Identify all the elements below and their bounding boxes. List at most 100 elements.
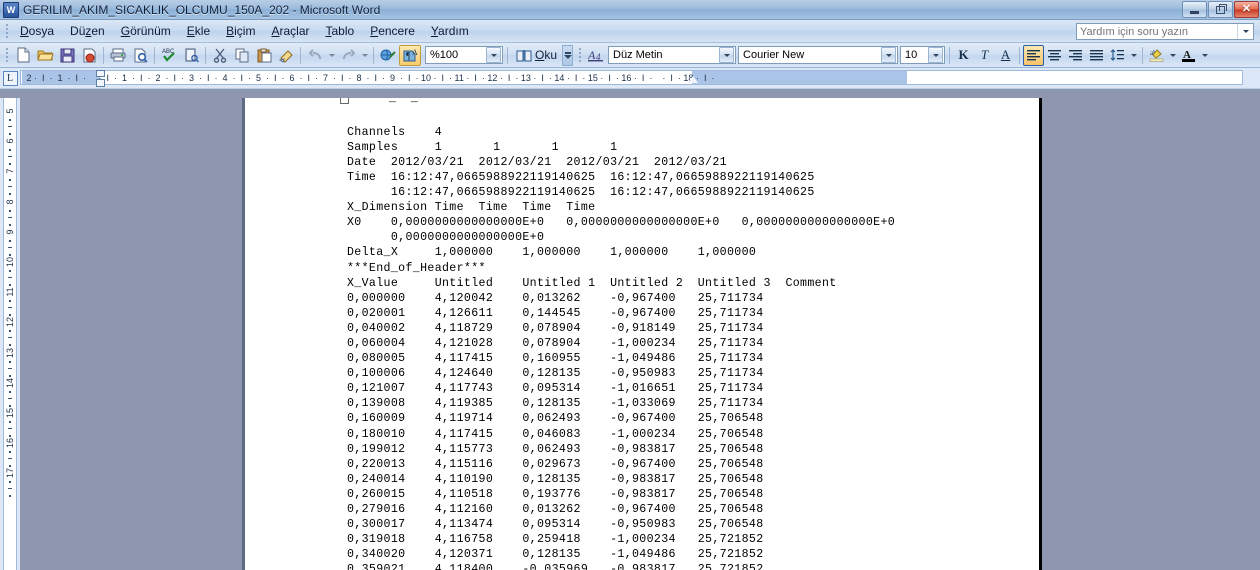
- align-right-button[interactable]: [1065, 45, 1086, 66]
- vertical-ruler-tick: [8, 156, 12, 158]
- menu-item-duzen[interactable]: Düzen: [62, 22, 113, 40]
- document-text[interactable]: Channels 4 Samples 1 1 1 1 Date 2012/03/…: [347, 110, 895, 570]
- align-center-button[interactable]: [1044, 45, 1065, 66]
- font-combo[interactable]: Courier New: [738, 46, 899, 64]
- align-justify-button[interactable]: [1086, 45, 1107, 66]
- word-application-window: W GERILIM_AKIM_SICAKLIK_OLCUMU_150A_202 …: [0, 0, 1260, 570]
- format-painter-icon[interactable]: [275, 45, 297, 66]
- toolbar-separator: [300, 46, 301, 64]
- highlight-dropdown-icon[interactable]: [1167, 45, 1178, 66]
- redo-dropdown-icon[interactable]: [359, 45, 370, 66]
- toolbar-separator: [1019, 46, 1021, 64]
- tab-stop-selector-icon: L: [2, 70, 18, 86]
- vertical-ruler-tick: [8, 277, 12, 278]
- first-line-indent-marker[interactable]: [96, 70, 105, 77]
- menu-item-ekle[interactable]: Ekle: [179, 22, 218, 40]
- undo-icon[interactable]: [304, 45, 326, 66]
- vertical-ruler-tick: [8, 186, 12, 188]
- menu-item-araclar[interactable]: Araçlar: [263, 22, 317, 40]
- email-icon[interactable]: [78, 45, 100, 66]
- bold-button[interactable]: K: [953, 45, 974, 66]
- show-formatting-marks-icon[interactable]: ¶ A: [399, 44, 421, 66]
- zoom-combo[interactable]: %100: [425, 46, 503, 64]
- cut-scissors-icon[interactable]: [209, 45, 231, 66]
- vertical-ruler-tick: [9, 119, 11, 121]
- minimize-button[interactable]: [1182, 1, 1207, 18]
- menu-item-bicim[interactable]: Biçim: [218, 22, 263, 40]
- vertical-ruler-number: 9: [5, 229, 15, 235]
- menu-item-pencere[interactable]: Pencere: [362, 22, 423, 40]
- insert-hyperlink-icon[interactable]: [377, 45, 399, 66]
- formatting-toolbar-gripper[interactable]: [576, 47, 583, 63]
- vertical-ruler-number: 7: [5, 168, 15, 174]
- hanging-indent-marker[interactable]: [96, 79, 105, 87]
- redo-split-button[interactable]: [337, 45, 370, 66]
- italic-button[interactable]: T: [974, 45, 995, 66]
- align-left-button[interactable]: [1023, 44, 1045, 66]
- print-icon[interactable]: [107, 45, 129, 66]
- line-spacing-dropdown-icon[interactable]: [1128, 45, 1139, 66]
- horizontal-ruler-bar: L 2 · I · 1 · I · · I · 1 · I · 2 · I · …: [0, 68, 1260, 89]
- open-folder-icon[interactable]: [34, 45, 56, 66]
- underline-button[interactable]: A: [995, 45, 1016, 66]
- font-dropdown-icon[interactable]: [881, 47, 897, 63]
- ask-a-question-input[interactable]: [1077, 24, 1237, 39]
- spelling-check-icon[interactable]: ABC: [158, 45, 180, 66]
- vertical-ruler-number: 13: [5, 347, 15, 358]
- horizontal-ruler[interactable]: 2 · I · 1 · I · · I · 1 · I · 2 · I · 3 …: [20, 68, 1260, 89]
- style-dropdown-icon[interactable]: [719, 47, 735, 63]
- vertical-ruler-tick: [9, 451, 11, 454]
- menu-gripper[interactable]: [3, 23, 10, 39]
- vertical-ruler-number: 5: [5, 108, 15, 114]
- line-spacing-button[interactable]: [1107, 45, 1128, 66]
- copy-icon[interactable]: [231, 45, 253, 66]
- close-button[interactable]: ✕: [1234, 1, 1259, 18]
- vertical-ruler-tick: [8, 246, 12, 248]
- menu-item-yardim[interactable]: Yardım: [423, 22, 477, 40]
- ask-a-question-box[interactable]: [1076, 23, 1254, 40]
- new-document-icon[interactable]: [12, 45, 34, 66]
- vertical-ruler-number: 8: [5, 199, 15, 205]
- vertical-ruler-tick: [9, 209, 11, 212]
- ask-a-question-dropdown-icon[interactable]: [1237, 24, 1253, 39]
- standard-toolbar-gripper[interactable]: [3, 47, 10, 63]
- redo-icon[interactable]: [337, 45, 359, 66]
- tab-stop-selector[interactable]: L: [0, 68, 20, 88]
- menu-item-dosya[interactable]: Dosya: [12, 22, 62, 40]
- vertical-ruler-tick: [9, 330, 11, 333]
- vertical-ruler-tick: [8, 367, 12, 369]
- styles-and-formatting-icon[interactable]: A4: [585, 45, 607, 66]
- font-size-combo[interactable]: 10: [900, 46, 946, 64]
- menu-item-tablo[interactable]: Tablo: [318, 22, 363, 40]
- document-page[interactable]: End_of_Header Channels 4 Samples 1 1 1 1…: [245, 98, 1042, 570]
- vertical-ruler-number: 17: [5, 468, 15, 479]
- ruler-tick-labels: 2 · I · 1 · I · · I · 1 · I · 2 · I · 3 …: [24, 72, 715, 83]
- research-icon[interactable]: [180, 45, 202, 66]
- print-preview-icon[interactable]: [129, 45, 151, 66]
- highlight-split-button[interactable]: ab: [1146, 45, 1178, 66]
- font-size-dropdown-icon[interactable]: [928, 47, 944, 63]
- toolbar-separator: [103, 46, 104, 64]
- style-combo[interactable]: Düz Metin: [608, 46, 737, 64]
- font-color-button[interactable]: A: [1178, 45, 1199, 66]
- right-indent-marker[interactable]: [688, 76, 698, 83]
- line-spacing-split-button[interactable]: [1107, 45, 1139, 66]
- toolbar-options-overflow-button[interactable]: [562, 44, 574, 66]
- restore-button[interactable]: [1208, 1, 1233, 18]
- vertical-ruler-tick: [9, 270, 11, 272]
- font-color-split-button[interactable]: A: [1178, 45, 1210, 66]
- paste-icon[interactable]: [253, 45, 275, 66]
- font-color-dropdown-icon[interactable]: [1199, 45, 1210, 66]
- undo-split-button[interactable]: [304, 45, 337, 66]
- save-icon[interactable]: [56, 45, 78, 66]
- read-button[interactable]: Oku: [511, 45, 562, 66]
- highlight-color-button[interactable]: ab: [1146, 45, 1167, 66]
- menu-item-gorunum[interactable]: Görünüm: [113, 22, 179, 40]
- toolbar-separator: [949, 46, 951, 64]
- vertical-ruler[interactable]: 5 6 7 8 9 10 11 12 13 14 15 16 17: [0, 98, 20, 570]
- style-value: Düz Metin: [613, 49, 663, 61]
- vertical-ruler-number: 14: [5, 377, 15, 388]
- zoom-dropdown-icon[interactable]: [486, 47, 501, 63]
- undo-dropdown-icon[interactable]: [326, 45, 337, 66]
- svg-text:¶: ¶: [406, 51, 411, 62]
